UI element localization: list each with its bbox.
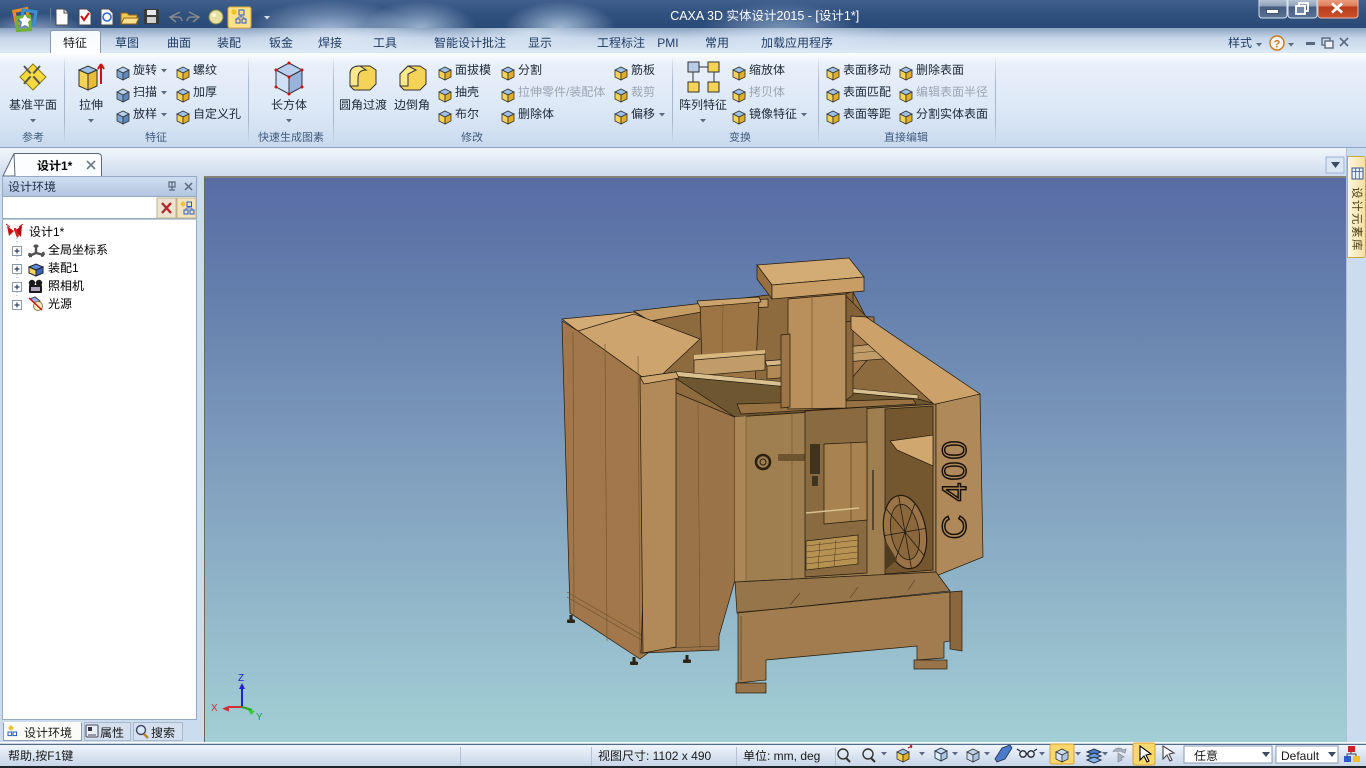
svg-text:Default: Default bbox=[1281, 749, 1320, 763]
svg-text:: mm, deg: : mm, deg bbox=[767, 749, 820, 763]
svg-text:2015 - [: 2015 - [ bbox=[777, 9, 820, 23]
svg-text:PMI: PMI bbox=[657, 36, 678, 50]
svg-text:Y: Y bbox=[256, 712, 263, 723]
svg-text:X: X bbox=[211, 703, 218, 714]
svg-text:/: / bbox=[566, 85, 570, 99]
svg-text:1*: 1* bbox=[61, 159, 73, 173]
svg-text:1*: 1* bbox=[53, 225, 65, 239]
svg-text:F1: F1 bbox=[47, 749, 61, 763]
svg-text:?: ? bbox=[1274, 39, 1281, 51]
svg-text:: 1102 x 490: : 1102 x 490 bbox=[646, 749, 711, 763]
svg-text:,: , bbox=[32, 749, 35, 763]
svg-text:C 400: C 400 bbox=[936, 439, 974, 540]
svg-text:CAXA 3D: CAXA 3D bbox=[670, 9, 723, 23]
svg-text:1*]: 1*] bbox=[844, 9, 859, 23]
svg-text:1: 1 bbox=[72, 261, 79, 275]
svg-text:Z: Z bbox=[238, 673, 244, 684]
